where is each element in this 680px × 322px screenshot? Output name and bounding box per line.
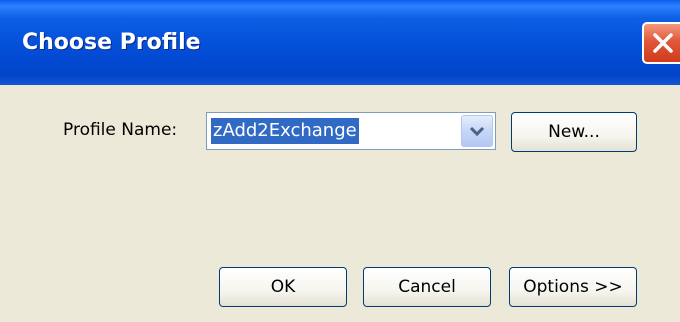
- close-button[interactable]: [642, 22, 680, 64]
- window-title: Choose Profile: [22, 30, 201, 55]
- close-icon: [653, 33, 673, 53]
- profile-name-combobox[interactable]: zAdd2Exchange: [206, 112, 496, 150]
- cancel-button[interactable]: Cancel: [363, 267, 491, 307]
- profile-name-label: Profile Name:: [63, 120, 178, 140]
- new-profile-button[interactable]: New...: [511, 112, 637, 152]
- options-button[interactable]: Options >>: [509, 267, 637, 307]
- ok-button[interactable]: OK: [219, 267, 347, 307]
- profile-name-value[interactable]: zAdd2Exchange: [211, 118, 359, 144]
- dropdown-button[interactable]: [461, 115, 493, 147]
- title-bar[interactable]: Choose Profile: [0, 0, 680, 85]
- chevron-down-icon: [469, 126, 485, 137]
- dialog-client-area: Profile Name: zAdd2Exchange New... OK Ca…: [0, 85, 680, 322]
- choose-profile-dialog: Choose Profile Profile Name: zAdd2Exchan…: [0, 0, 680, 322]
